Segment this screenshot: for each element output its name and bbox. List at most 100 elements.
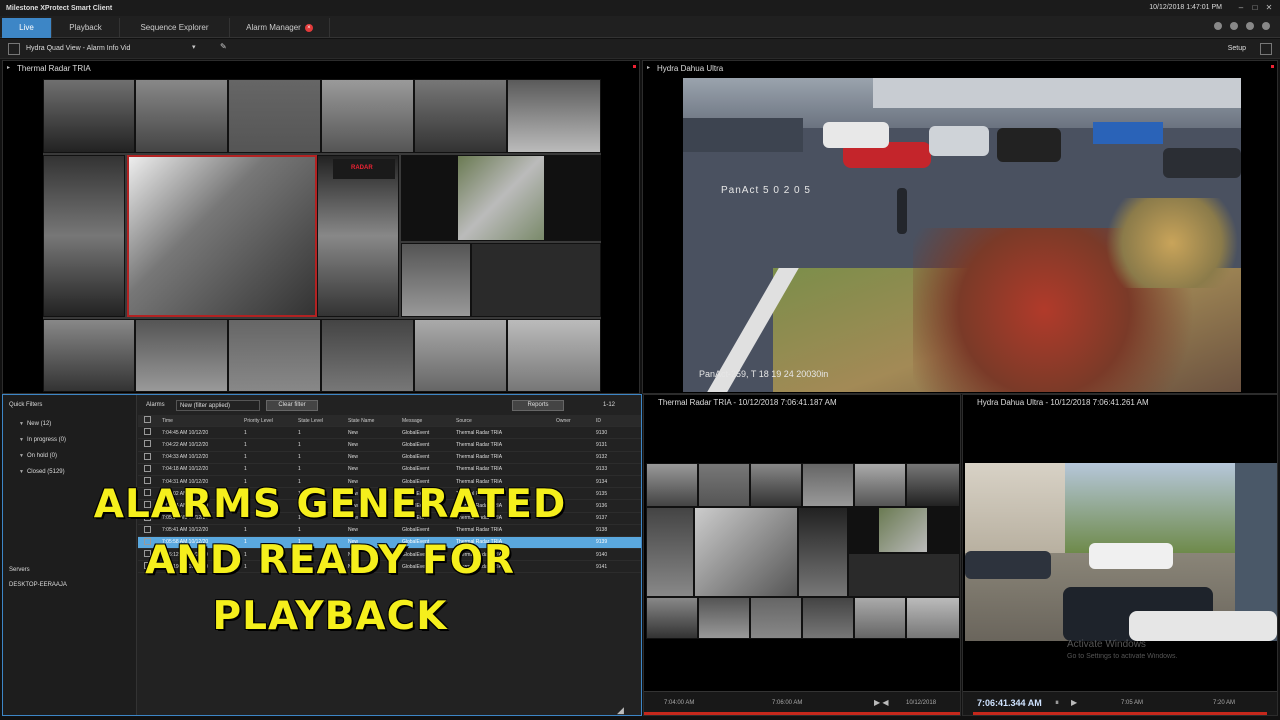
help-icon[interactable] bbox=[1246, 22, 1254, 30]
caption-line-1: ALARMS GENERATED bbox=[93, 482, 567, 527]
camera-tile-thermal-radar[interactable]: Thermal Radar TRIA ▸ RADAR bbox=[2, 60, 640, 394]
column-header[interactable]: State Level bbox=[296, 418, 346, 424]
playback-current-time: 7:06:41.344 AM bbox=[977, 698, 1042, 708]
table-cell: 1 bbox=[298, 441, 301, 448]
table-cell: New bbox=[348, 454, 359, 461]
status-icon[interactable] bbox=[1230, 22, 1238, 30]
table-header: Time Priority Level State Level State Na… bbox=[138, 415, 641, 428]
alarm-video-dahua[interactable]: Hydra Dahua Ultra - 10/12/2018 7:06:41.2… bbox=[962, 394, 1278, 716]
maximize-icon[interactable]: □ bbox=[1250, 3, 1260, 13]
table-cell: 1 bbox=[244, 454, 247, 461]
dahua-playback-feed bbox=[965, 463, 1277, 641]
setup-button[interactable]: Setup bbox=[1228, 45, 1246, 52]
column-header[interactable]: Source bbox=[454, 418, 554, 424]
column-header[interactable]: Owner bbox=[554, 418, 594, 424]
table-cell: 7:04:33 AM 10/12/20 bbox=[162, 454, 209, 461]
alarm-marker bbox=[644, 712, 960, 715]
filter-closed[interactable]: Closed (5129) bbox=[19, 469, 65, 475]
table-cell: New bbox=[348, 429, 359, 436]
pin-icon[interactable]: ✎ bbox=[220, 42, 227, 51]
recording-icon bbox=[633, 65, 636, 68]
column-header[interactable]: State Name bbox=[346, 418, 400, 424]
clear-filter-button[interactable]: Clear filter bbox=[266, 400, 318, 411]
tile-title: Hydra Dahua Ultra bbox=[657, 64, 724, 73]
quick-filters-title: Quick Filters bbox=[9, 402, 43, 408]
row-checkbox[interactable] bbox=[144, 452, 151, 460]
filter-in-progress[interactable]: In progress (0) bbox=[19, 437, 66, 443]
table-cell: Thermal Radar TRIA bbox=[456, 429, 503, 436]
alarm-marker bbox=[973, 712, 1267, 715]
table-cell: 9130 bbox=[596, 429, 608, 436]
table-row[interactable]: 7:04:45 AM 10/12/20 1 1 New GlobalEvent Therm… bbox=[138, 427, 641, 440]
playback-timeline[interactable]: 7:06:41.344 AM ⏸ ▶ 7:05 AM 7:20 AM bbox=[963, 691, 1277, 715]
row-checkbox[interactable] bbox=[144, 464, 151, 472]
tile-menu-icon[interactable]: ▸ bbox=[647, 64, 650, 71]
table-cell: 1 bbox=[298, 466, 301, 473]
view-toolbar: Hydra Quad View - Alarm Info Vid ▾ ✎ Set… bbox=[0, 39, 1280, 59]
tab-playback[interactable]: Playback bbox=[52, 18, 120, 38]
column-header[interactable]: Priority Level bbox=[242, 418, 296, 424]
tab-live[interactable]: Live bbox=[2, 18, 52, 38]
table-cell: 9138 bbox=[596, 527, 608, 534]
radar-logo: RADAR bbox=[351, 165, 373, 171]
table-row[interactable]: 7:04:22 AM 10/12/20 1 1 New GlobalEvent Therm… bbox=[138, 439, 641, 452]
recording-icon bbox=[1271, 65, 1274, 68]
tile-title: Thermal Radar TRIA - 10/12/2018 7:06:41.… bbox=[658, 398, 837, 407]
row-checkbox[interactable] bbox=[144, 440, 151, 448]
playback-timeline[interactable]: 7:04:00 AM 7:06:00 AM ▶ ◀ 10/12/2018 bbox=[644, 691, 960, 715]
reports-button[interactable]: Reports bbox=[512, 400, 564, 411]
play-icon[interactable]: ▶ ◀ bbox=[874, 698, 889, 707]
tab-alarm-manager[interactable]: Alarm Manager × bbox=[230, 18, 330, 38]
tile-title: Hydra Dahua Ultra - 10/12/2018 7:06:41.2… bbox=[977, 398, 1149, 407]
thermal-radar-feed: RADAR bbox=[43, 79, 601, 392]
camera-tile-dahua-ultra[interactable]: Hydra Dahua Ultra ▸ PanAct 5 0 2 0 5 Pan… bbox=[642, 60, 1278, 394]
table-cell: 1 bbox=[244, 466, 247, 473]
table-cell: 7:05:41 AM 10/12/20 bbox=[162, 527, 209, 534]
table-cell: Thermal Radar TRIA bbox=[456, 527, 503, 534]
clock: 10/12/2018 1:47:01 PM bbox=[1149, 4, 1222, 11]
tile-menu-icon[interactable]: ▸ bbox=[7, 64, 10, 71]
column-header[interactable]: ID bbox=[594, 418, 640, 424]
filter-new[interactable]: New (12) bbox=[19, 421, 51, 427]
table-row[interactable]: 7:04:33 AM 10/12/20 1 1 New GlobalEvent Therm… bbox=[138, 452, 641, 464]
forward-icon[interactable]: ▶ bbox=[1071, 698, 1077, 707]
table-cell: 1 bbox=[298, 527, 301, 534]
alarm-count: 1-12 bbox=[602, 402, 615, 408]
pause-icon[interactable]: ⏸ bbox=[1055, 698, 1059, 708]
thermal-playback-feed bbox=[646, 463, 960, 639]
alarm-video-thermal[interactable]: Thermal Radar TRIA - 10/12/2018 7:06:41.… bbox=[643, 394, 961, 716]
camera-icon[interactable] bbox=[1214, 22, 1222, 30]
table-row[interactable]: 7:04:18 AM 10/12/20 1 1 New GlobalEvent Therm… bbox=[138, 464, 641, 476]
row-checkbox[interactable] bbox=[144, 428, 151, 436]
camera-osd-text: PanAct-259, T 18 19 24 20030in bbox=[699, 369, 829, 379]
column-header[interactable]: Message bbox=[400, 418, 454, 424]
table-cell: Thermal Radar TRIA bbox=[456, 466, 503, 473]
alarm-toolbar: Alarms New (filter applied) Clear filter… bbox=[138, 397, 641, 413]
close-icon[interactable]: ✕ bbox=[1264, 3, 1274, 13]
table-cell: 7:04:22 AM 10/12/20 bbox=[162, 441, 209, 448]
select-all-checkbox[interactable] bbox=[144, 416, 151, 424]
camera-osd-text: PanAct 5 0 2 0 5 bbox=[721, 185, 811, 196]
timeline-time: 7:06:00 AM bbox=[772, 700, 803, 706]
table-cell: Thermal Radar TRIA bbox=[456, 454, 503, 461]
table-cell: 1 bbox=[298, 454, 301, 461]
views-icon[interactable] bbox=[8, 43, 20, 55]
resize-grip-icon[interactable]: ◢ bbox=[617, 705, 624, 716]
filter-on-hold[interactable]: On hold (0) bbox=[19, 453, 57, 459]
fullscreen-icon[interactable] bbox=[1260, 43, 1272, 55]
view-selector[interactable]: Hydra Quad View - Alarm Info Vid bbox=[26, 45, 130, 52]
minimize-icon[interactable]: – bbox=[1236, 3, 1246, 13]
chevron-down-icon[interactable]: ▾ bbox=[192, 43, 196, 51]
table-cell: GlobalEvent bbox=[402, 441, 430, 448]
timeline-time: 7:04:00 AM bbox=[664, 700, 695, 706]
table-cell: 9133 bbox=[596, 466, 608, 473]
timeline-date: 10/12/2018 bbox=[906, 700, 937, 706]
column-header[interactable]: Time bbox=[160, 418, 242, 424]
table-cell: 7:04:45 AM 10/12/20 bbox=[162, 429, 209, 436]
settings-icon[interactable] bbox=[1262, 22, 1270, 30]
table-cell: 7:04:18 AM 10/12/20 bbox=[162, 466, 209, 473]
table-cell: New bbox=[348, 441, 359, 448]
tab-sequence-explorer[interactable]: Sequence Explorer bbox=[120, 18, 230, 38]
alarm-filter-select[interactable]: New (filter applied) bbox=[176, 400, 260, 411]
table-cell: 1 bbox=[244, 441, 247, 448]
